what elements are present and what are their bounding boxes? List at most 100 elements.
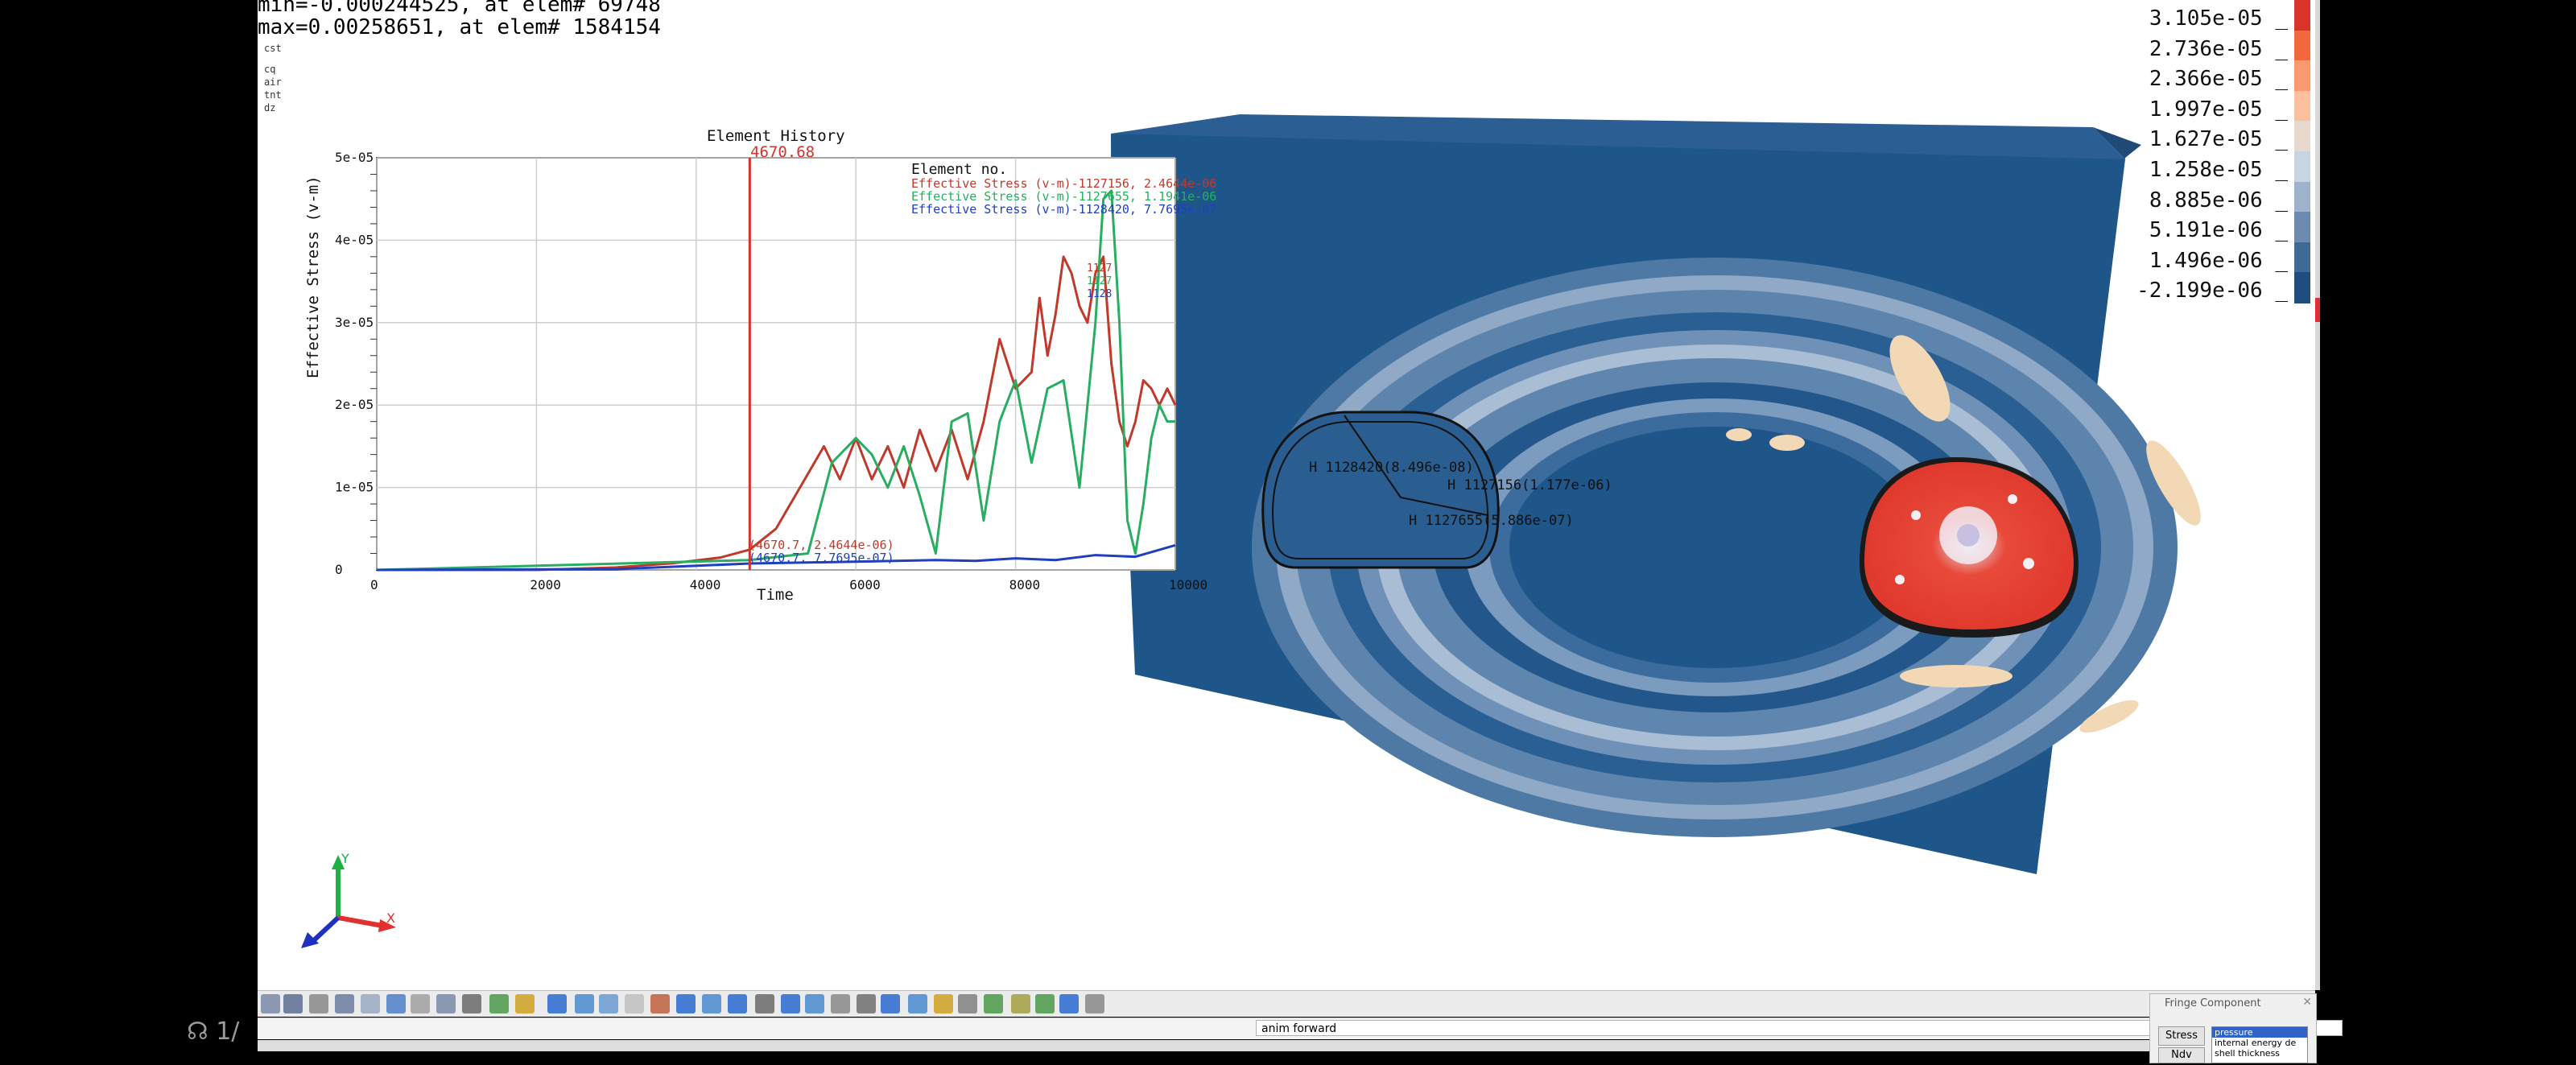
toolbar-tool-icon[interactable] xyxy=(857,994,876,1013)
z-axis-arrow xyxy=(312,915,341,943)
toolbar-tool-icon[interactable] xyxy=(831,994,850,1013)
toolbar-tool-icon[interactable] xyxy=(599,994,618,1013)
graphics-viewport[interactable]: min=-0.000244525, at elem# 69748 max=0.0… xyxy=(258,0,2315,990)
fringe-color-bar xyxy=(2294,0,2310,303)
toolbar-tool-icon[interactable] xyxy=(1035,994,1055,1013)
fringe-color-swatch xyxy=(2294,90,2310,122)
stress-button[interactable]: Stress xyxy=(2158,1026,2205,1046)
fringe-color-swatch xyxy=(2294,212,2310,243)
legend-title: Element no. xyxy=(911,161,1008,178)
close-icon[interactable]: ✕ xyxy=(2302,996,2312,1009)
toolbar-tool-icon[interactable] xyxy=(436,994,456,1013)
history-legend: Effective Stress (v-m)-1127156, 2.4644e-… xyxy=(911,177,1216,216)
axis-triad: Y X xyxy=(301,851,396,948)
cursor-readout-blue: (4670.7, 7.7695e-07) xyxy=(749,551,894,565)
toolbar-tool-icon[interactable] xyxy=(411,994,430,1013)
toolbar-tool-icon[interactable] xyxy=(515,994,535,1013)
x-tick-label: 6000 xyxy=(849,577,881,592)
toolbar-tool-icon[interactable] xyxy=(728,994,747,1013)
toolbar-tool-icon[interactable] xyxy=(908,994,927,1013)
x-tick-label: 8000 xyxy=(1009,577,1041,592)
toolbar-tool-icon[interactable] xyxy=(676,994,696,1013)
y-tick-label: 1e-05 xyxy=(335,480,374,495)
list-item[interactable]: pressure xyxy=(2212,1027,2307,1038)
fringe-color-swatch xyxy=(2294,241,2310,274)
node-label[interactable]: H 1128420(8.496e-08) xyxy=(1309,460,1474,476)
x-tick-label: 4000 xyxy=(690,577,721,592)
fringe-component-panel: Fringe Component ✕ Stress Ndv pressure i… xyxy=(2149,993,2317,1063)
command-line-bar: anim forward xyxy=(258,1018,2343,1039)
toolbar-tool-icon[interactable] xyxy=(781,994,800,1013)
toolbar-tool-icon[interactable] xyxy=(575,994,594,1013)
toolbar-tool-icon[interactable] xyxy=(625,994,644,1013)
toolbar-tool-icon[interactable] xyxy=(881,994,900,1013)
x-axis-arrow xyxy=(337,915,383,928)
toolbar-tool-icon[interactable] xyxy=(984,994,1003,1013)
mini-legend-item: 1127 xyxy=(1087,262,1113,275)
bottom-toolbar xyxy=(258,990,2315,1017)
toolbar-tool-icon[interactable] xyxy=(1059,994,1079,1013)
mini-legend: 1127 1127 1128 xyxy=(1087,262,1112,301)
toolbar-tool-icon[interactable] xyxy=(702,994,721,1013)
toolbar-tool-icon[interactable] xyxy=(934,994,953,1013)
fringe-color-swatch xyxy=(2294,272,2310,303)
fringe-legend: 3.105e-05 _ 2.736e-05 _ 2.366e-05 _ 1.997e-… xyxy=(2109,0,2315,314)
triad-y-label: Y xyxy=(341,851,349,866)
fringe-legend-value: -2.199e-06 _ xyxy=(2136,279,2288,303)
x-tick-label: 2000 xyxy=(530,577,561,592)
legend-entry-green: Effective Stress (v-m)-1127655, 1.1941e-… xyxy=(911,189,1217,204)
toolbar-tool-icon[interactable] xyxy=(1011,994,1030,1013)
toolbar-tool-icon[interactable] xyxy=(309,994,328,1013)
fringe-legend-value: 1.258e-05 _ xyxy=(2149,158,2288,182)
x-tick-label: 10000 xyxy=(1169,577,1208,592)
ndv-button[interactable]: Ndv xyxy=(2158,1047,2205,1063)
fringe-legend-value: 2.736e-05 _ xyxy=(2149,36,2288,61)
fringe-color-swatch xyxy=(2294,30,2310,62)
plot-frame xyxy=(376,157,1176,571)
triad-x-label: X xyxy=(386,910,395,926)
toolbar-tool-icon[interactable] xyxy=(489,994,509,1013)
toolbar-tool-icon[interactable] xyxy=(462,994,481,1013)
toolbar-tool-icon[interactable] xyxy=(335,994,354,1013)
y-tick-label: 0 xyxy=(335,562,343,577)
toolbar-tool-icon[interactable] xyxy=(261,994,280,1013)
list-item[interactable]: shell thickness xyxy=(2212,1048,2307,1059)
fringe-color-swatch xyxy=(2294,60,2310,92)
y-tick-label: 5e-05 xyxy=(335,150,374,165)
y-tick-label: 3e-05 xyxy=(335,315,374,330)
legend-entry-red: Effective Stress (v-m)-1127156, 2.4644e-… xyxy=(911,176,1217,191)
toolbar-tool-icon[interactable] xyxy=(958,994,977,1013)
toolbar-tool-icon[interactable] xyxy=(386,994,406,1013)
mini-legend-item: 1128 xyxy=(1087,288,1113,300)
toolbar-tool-icon[interactable] xyxy=(361,994,380,1013)
fringe-component-list[interactable]: pressure internal energy de shell thickn… xyxy=(2211,1026,2308,1063)
fringe-color-swatch xyxy=(2294,0,2310,31)
right-edge-strip xyxy=(2315,0,2320,990)
fringe-legend-value: 1.997e-05 _ xyxy=(2149,97,2288,122)
fringe-legend-value: 1.496e-06 _ xyxy=(2149,248,2288,273)
toolbar-tool-icon[interactable] xyxy=(547,994,567,1013)
list-item[interactable]: internal energy de xyxy=(2212,1038,2307,1048)
panel-title: Fringe Component xyxy=(2165,997,2261,1009)
element-history-window[interactable]: Element History 4670.68 Effective Stress… xyxy=(258,0,1224,644)
mini-legend-item: 1127 xyxy=(1087,275,1113,287)
y-tick-label: 2e-05 xyxy=(335,397,374,412)
history-plot-area[interactable]: 0 2000 4000 6000 8000 10000 0 1e-05 2e-05 3e-05 4e… xyxy=(258,0,1224,644)
fringe-legend-value: 3.105e-05 _ xyxy=(2149,6,2288,31)
node-label[interactable]: H 1127156(1.177e-06) xyxy=(1447,477,1612,493)
toolbar-tool-icon[interactable] xyxy=(805,994,824,1013)
x-tick-label: 0 xyxy=(370,577,378,592)
page-indicator: ☊ 1/ xyxy=(187,1018,240,1046)
toolbar-tool-icon[interactable] xyxy=(283,994,303,1013)
node-label[interactable]: H 1127655(5.886e-07) xyxy=(1409,513,1574,529)
person-icon: ☊ xyxy=(187,1018,208,1046)
fringe-legend-value: 2.366e-05 _ xyxy=(2149,67,2288,92)
fringe-legend-value: 5.191e-06 _ xyxy=(2149,218,2288,243)
fringe-legend-value: 1.627e-05 _ xyxy=(2149,127,2288,152)
toolbar-tool-icon[interactable] xyxy=(755,994,774,1013)
fringe-legend-value: 8.885e-06 _ xyxy=(2149,188,2288,213)
toolbar-tool-icon[interactable] xyxy=(650,994,670,1013)
toolbar-tool-icon[interactable] xyxy=(1085,994,1104,1013)
status-bar xyxy=(258,1040,2315,1051)
fringe-color-swatch xyxy=(2294,181,2310,213)
